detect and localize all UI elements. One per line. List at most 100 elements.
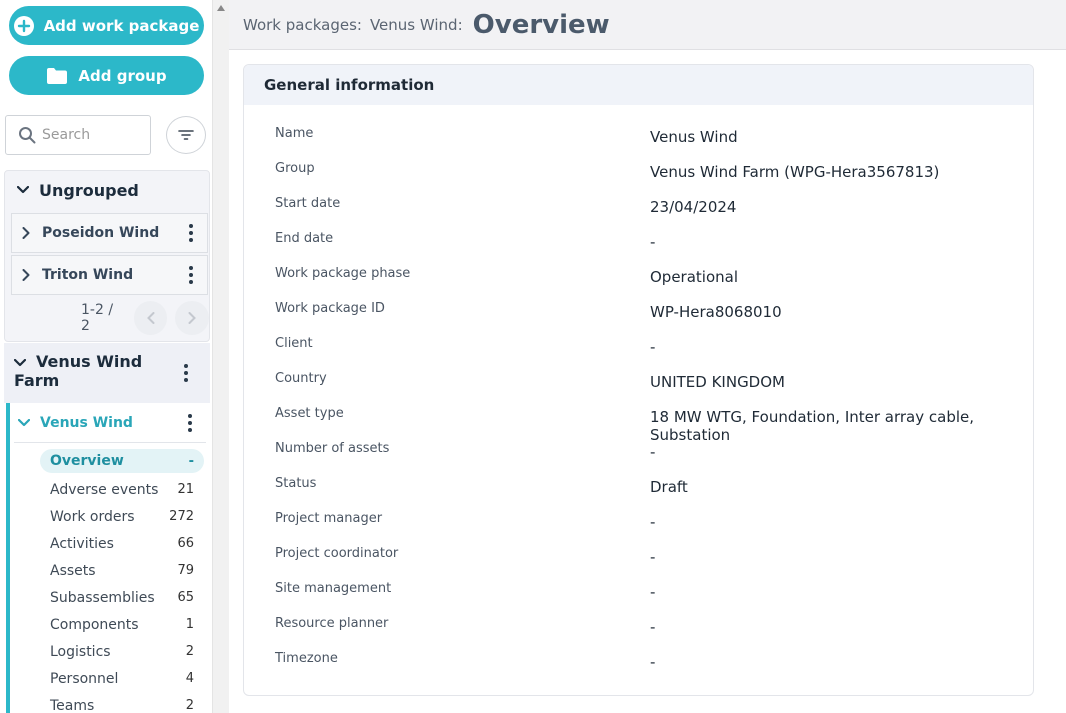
info-value: - xyxy=(650,618,656,636)
list-item-label: Poseidon Wind xyxy=(42,225,160,241)
menu-item-count: 2 xyxy=(185,698,194,713)
menu-item-label: Work orders xyxy=(50,508,135,525)
ungrouped-header[interactable]: Ungrouped xyxy=(5,171,209,209)
chevron-right-icon xyxy=(22,269,30,281)
info-row: Project manager - xyxy=(275,505,1025,540)
info-row: Project coordinator - xyxy=(275,540,1025,575)
info-value: - xyxy=(650,338,656,356)
info-row: Timezone - xyxy=(275,645,1025,680)
info-value: - xyxy=(650,443,656,461)
menu-item-label: Logistics xyxy=(50,643,111,660)
info-label: Number of assets xyxy=(275,441,390,456)
filter-button[interactable] xyxy=(166,116,206,154)
sidebar: Add work package Add group Ungrouped xyxy=(0,0,212,713)
menu-item-logistics[interactable]: Logistics 2 xyxy=(40,638,204,665)
info-label: End date xyxy=(275,231,334,246)
info-value: UNITED KINGDOM xyxy=(650,373,785,391)
menu-item-count: 2 xyxy=(185,644,194,659)
more-vertical-icon[interactable] xyxy=(188,413,192,432)
chevron-left-icon xyxy=(146,312,155,324)
menu-item-overview[interactable]: Overview - xyxy=(40,449,204,473)
info-label: Timezone xyxy=(275,651,338,666)
chevron-right-icon xyxy=(22,227,30,239)
menu-item-count: 1 xyxy=(185,617,194,632)
menu-item-work-orders[interactable]: Work orders 272 xyxy=(40,503,204,530)
chevron-down-icon xyxy=(18,418,30,427)
previous-page-button[interactable] xyxy=(133,301,168,335)
info-label: Name xyxy=(275,126,314,141)
info-value: Venus Wind xyxy=(650,128,738,146)
work-package-venus-wind[interactable]: Venus Wind xyxy=(14,403,206,443)
menu-item-count: 4 xyxy=(185,671,194,686)
selection-accent-bar xyxy=(6,403,10,713)
search-input[interactable] xyxy=(42,127,142,143)
list-item-poseidon-wind[interactable]: Poseidon Wind xyxy=(11,213,208,253)
pagination: 1-2 / 2 xyxy=(81,301,209,335)
search-box xyxy=(5,115,151,155)
info-value: Draft xyxy=(650,478,688,496)
menu-item-label: Activities xyxy=(50,535,114,552)
info-value: 23/04/2024 xyxy=(650,198,737,216)
info-label: Client xyxy=(275,336,313,351)
info-value: Operational xyxy=(650,268,739,286)
menu-item-activities[interactable]: Activities 66 xyxy=(40,530,204,557)
add-group-label: Add group xyxy=(78,66,167,85)
menu-item-teams[interactable]: Teams 2 xyxy=(40,692,204,713)
menu-item-label: Overview xyxy=(50,453,124,469)
info-row: Number of assets - xyxy=(275,435,1025,470)
chevron-down-icon xyxy=(14,358,26,367)
search-icon xyxy=(18,126,36,144)
list-item-label: Triton Wind xyxy=(42,267,134,283)
add-group-button[interactable]: Add group xyxy=(9,56,204,95)
add-work-package-label: Add work package xyxy=(43,16,200,35)
menu-item-label: Assets xyxy=(50,562,96,579)
info-row: Resource planner - xyxy=(275,610,1025,645)
info-label: Country xyxy=(275,371,327,386)
menu-item-personnel[interactable]: Personnel 4 xyxy=(40,665,204,692)
chevron-right-icon xyxy=(188,312,197,324)
page-header: Work packages: Venus Wind: Overview xyxy=(229,0,1066,50)
info-label: Status xyxy=(275,476,317,491)
menu-item-assets[interactable]: Assets 79 xyxy=(40,557,204,584)
info-label: Site management xyxy=(275,581,392,596)
menu-item-components[interactable]: Components 1 xyxy=(40,611,204,638)
next-page-button[interactable] xyxy=(175,301,209,335)
menu-item-label: Personnel xyxy=(50,670,119,687)
info-label: Start date xyxy=(275,196,341,211)
menu-item-count: 272 xyxy=(169,509,194,524)
info-label: Group xyxy=(275,161,315,176)
info-value: - xyxy=(650,513,656,531)
page-title: Overview xyxy=(472,9,610,40)
info-row: Country UNITED KINGDOM xyxy=(275,365,1025,400)
breadcrumb-work-packages[interactable]: Work packages: xyxy=(243,16,362,34)
sidebar-scrollbar[interactable] xyxy=(212,0,229,713)
info-row: Asset type 18 MW WTG, Foundation, Inter a… xyxy=(275,400,1025,444)
more-vertical-icon[interactable] xyxy=(184,364,188,382)
more-vertical-icon[interactable] xyxy=(189,224,193,242)
menu-item-count: 79 xyxy=(177,563,194,578)
menu-item-label: Subassemblies xyxy=(50,589,155,606)
menu-item-subassemblies[interactable]: Subassemblies 65 xyxy=(40,584,204,611)
info-value: Venus Wind Farm (WPG-Hera3567813) xyxy=(650,163,940,181)
group-venus-wind-farm[interactable]: Venus Wind Farm xyxy=(4,343,210,403)
ungrouped-label: Ungrouped xyxy=(39,180,139,200)
info-label: Resource planner xyxy=(275,616,389,631)
info-row: Client - xyxy=(275,330,1025,365)
info-label: Work package ID xyxy=(275,301,385,316)
pagination-text: 1-2 / 2 xyxy=(81,302,114,334)
menu-item-adverse-events[interactable]: Adverse events 21 xyxy=(40,476,204,503)
more-vertical-icon[interactable] xyxy=(189,266,193,284)
menu-item-count: 65 xyxy=(177,590,194,605)
breadcrumb-venus-wind[interactable]: Venus Wind: xyxy=(370,16,463,34)
plus-circle-icon xyxy=(13,15,34,36)
info-rows: Name Venus Wind Group Venus Wind Farm (WPG-… xyxy=(275,120,1025,680)
ungrouped-panel: Ungrouped Poseidon Wind Triton Wind 1-2 … xyxy=(4,170,210,342)
add-work-package-button[interactable]: Add work package xyxy=(9,6,204,45)
list-item-triton-wind[interactable]: Triton Wind xyxy=(11,255,208,295)
filter-icon xyxy=(178,129,194,141)
menu-item-label: Components xyxy=(50,616,139,633)
info-row: Site management - xyxy=(275,575,1025,610)
info-value: - xyxy=(650,233,656,251)
info-row: Group Venus Wind Farm (WPG-Hera3567813) xyxy=(275,155,1025,190)
scroll-up-arrow-icon[interactable] xyxy=(217,5,225,11)
